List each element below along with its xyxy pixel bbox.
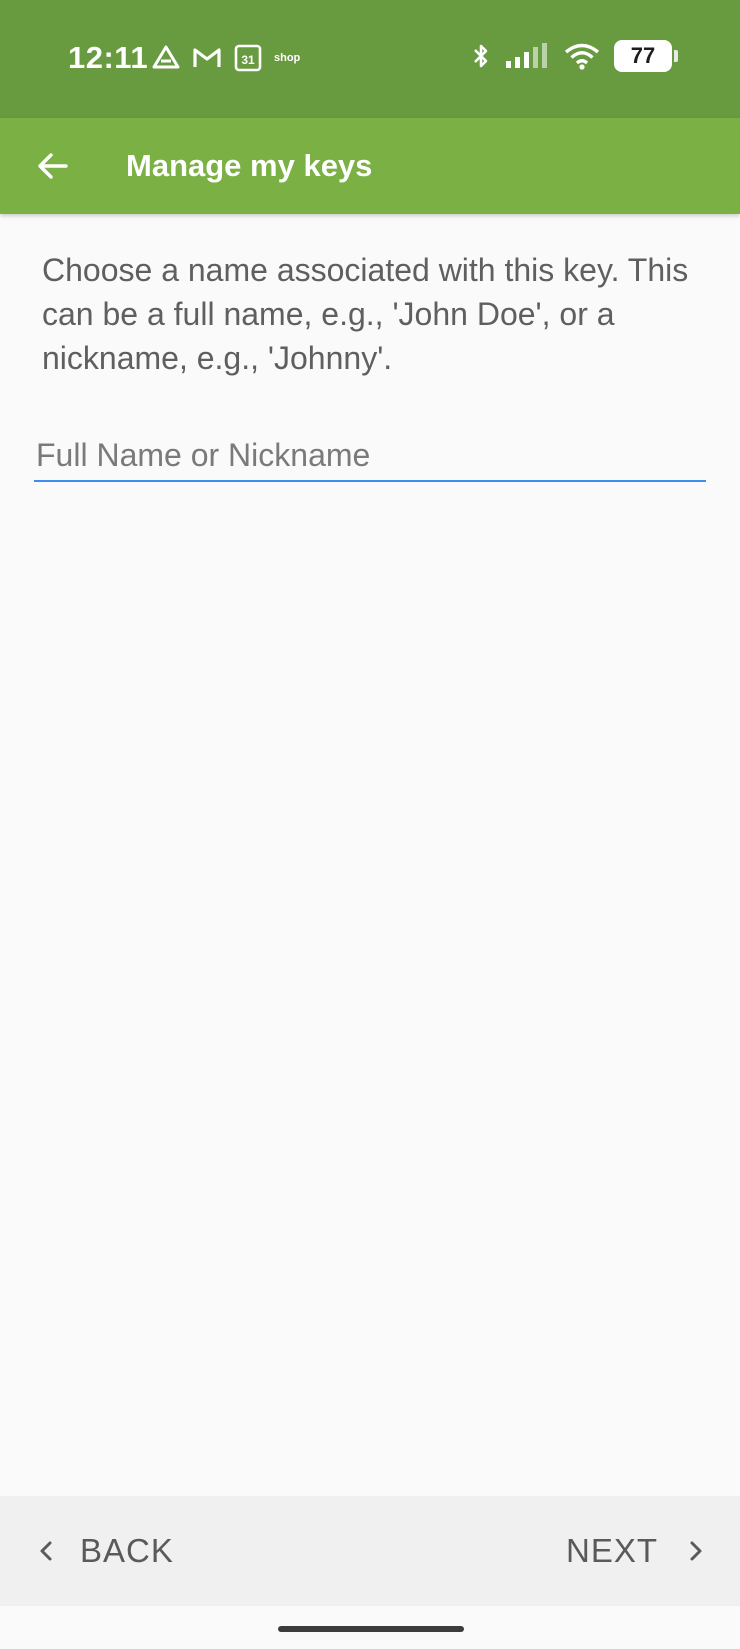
chevron-right-icon	[688, 1539, 704, 1563]
drive-icon	[152, 45, 180, 71]
home-gesture-handle[interactable]	[278, 1626, 464, 1632]
name-input[interactable]	[34, 430, 706, 482]
calendar-icon: 31	[234, 44, 262, 72]
status-time: 12:11	[68, 40, 149, 75]
back-nav-button[interactable]: BACK	[38, 1496, 174, 1606]
back-button[interactable]	[28, 142, 76, 190]
gmail-icon	[192, 46, 222, 70]
battery-icon: 77	[614, 40, 678, 72]
shop-icon: shop	[274, 52, 301, 64]
instruction-text: Choose a name associated with this key. …	[42, 252, 689, 376]
bottom-navigation: BACK NEXT	[0, 1496, 740, 1606]
next-nav-label: NEXT	[565, 1532, 658, 1569]
next-nav-button[interactable]: NEXT	[566, 1496, 704, 1606]
chevron-left-icon	[38, 1539, 54, 1563]
gesture-area	[0, 1606, 740, 1649]
svg-text:31: 31	[241, 53, 255, 67]
signal-icon	[504, 43, 550, 69]
back-nav-label: BACK	[80, 1532, 174, 1569]
system-icons: 77	[472, 40, 678, 72]
page-title: Manage my keys	[126, 148, 373, 183]
bluetooth-icon	[472, 42, 490, 70]
status-bar: 12:11 31 shop 77	[0, 0, 740, 118]
app-bar: Manage my keys	[0, 118, 740, 214]
wifi-icon	[564, 42, 600, 70]
arrow-left-icon	[36, 152, 68, 180]
notification-icons: 31 shop	[152, 44, 300, 72]
